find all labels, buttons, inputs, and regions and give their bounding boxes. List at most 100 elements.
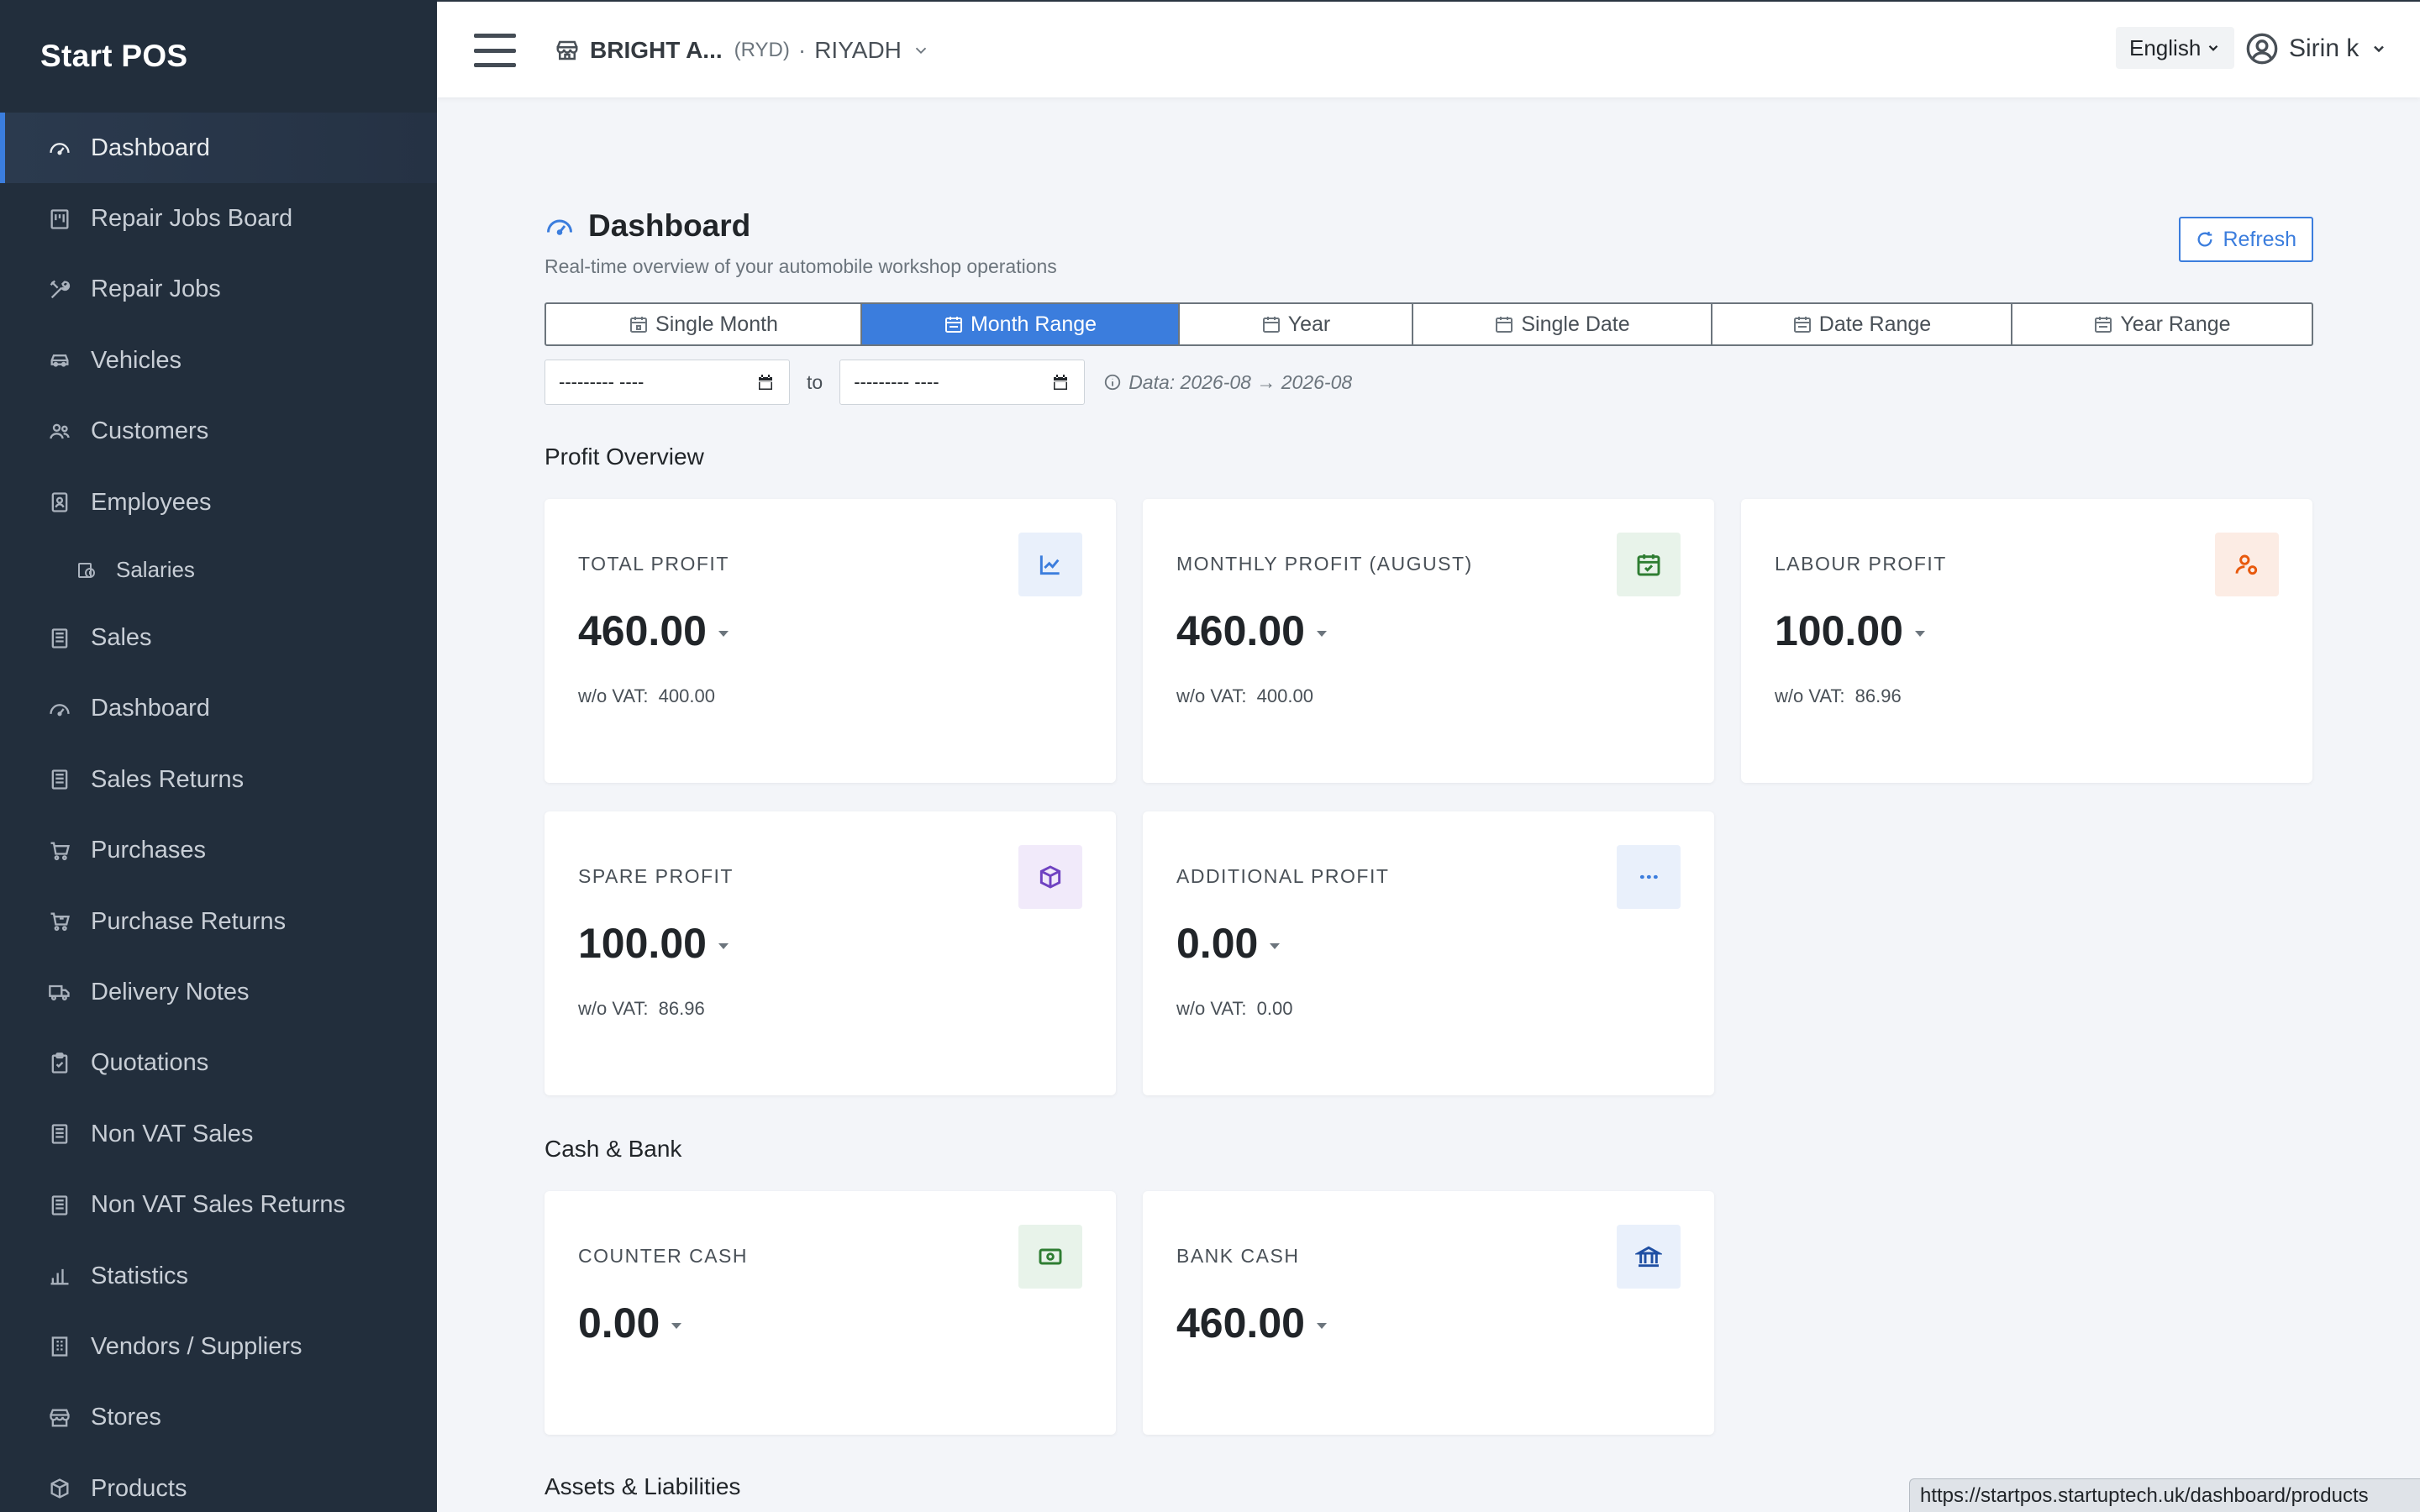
language-label: English <box>2129 34 2202 60</box>
store-separator: · <box>797 37 807 63</box>
card-label: COUNTER CASH <box>578 1245 749 1267</box>
refresh-button[interactable]: Refresh <box>2179 217 2313 262</box>
card-value[interactable]: 0.00 <box>1176 919 1281 968</box>
cart-return-icon <box>47 909 72 934</box>
card-sub: w/o VAT: 86.96 <box>1775 685 1902 707</box>
calendar-check-icon <box>1637 554 1660 576</box>
dots-icon <box>1639 874 1658 879</box>
card-value-text: 460.00 <box>1176 1299 1305 1347</box>
user-menu[interactable]: Sirin k <box>2245 30 2387 67</box>
sidebar-item-label: Non VAT Sales <box>91 1120 254 1147</box>
card-icon-box <box>1018 1225 1082 1289</box>
sidebar-item-sales[interactable]: Sales <box>0 602 437 673</box>
card-value[interactable]: 460.00 <box>1176 606 1327 655</box>
menu-toggle-button[interactable] <box>474 34 516 67</box>
sidebar-item-sales-dashboard[interactable]: Dashboard <box>0 674 437 744</box>
calendar-range-icon <box>2095 317 2112 333</box>
language-select[interactable]: English <box>2116 27 2235 69</box>
status-bar-url: https://startpos.startuptech.uk/dashboar… <box>1909 1478 2420 1512</box>
card-value-text: 460.00 <box>578 607 707 654</box>
sidebar-item-purchase-returns[interactable]: Purchase Returns <box>0 886 437 957</box>
sidebar-item-repair-jobs[interactable]: Repair Jobs <box>0 255 437 325</box>
sidebar-item-non-vat-sales-returns[interactable]: Non VAT Sales Returns <box>0 1169 437 1240</box>
card-sub: w/o VAT: 0.00 <box>1176 998 1293 1020</box>
sidebar-item-label: Statistics <box>91 1262 189 1289</box>
card-label: ADDITIONAL PROFIT <box>1176 865 1390 887</box>
sidebar-item-dashboard[interactable]: Dashboard <box>0 113 437 184</box>
sidebar-item-vendors-suppliers[interactable]: Vendors / Suppliers <box>0 1311 437 1382</box>
card-value[interactable]: 0.00 <box>578 1299 682 1347</box>
to-month-value: --------- ---- <box>854 371 939 392</box>
tab-label: Single Date <box>1521 312 1630 336</box>
sidebar-item-label: Sales <box>91 624 152 652</box>
from-month-input[interactable]: --------- ---- <box>544 360 790 405</box>
sidebar-item-purchases[interactable]: Purchases <box>0 816 437 886</box>
board-icon <box>47 207 72 232</box>
sidebar: Start POS Dashboard Repair Jobs Board Re… <box>0 0 437 1512</box>
card-sub-value: 400.00 <box>1256 685 1313 706</box>
calendar-day-icon <box>630 317 648 333</box>
cube-icon <box>1039 865 1061 889</box>
card-label: MONTHLY PROFIT (AUGUST) <box>1176 553 1473 575</box>
card-sub-value: 0.00 <box>1256 998 1293 1019</box>
user-circle-icon <box>2246 33 2278 65</box>
sidebar-item-customers[interactable]: Customers <box>0 396 437 467</box>
bar-chart-icon <box>47 1263 72 1289</box>
store-selector[interactable]: BRIGHT A... (RYD) · RIYADH <box>555 32 940 69</box>
chevron-down-icon <box>2374 45 2385 53</box>
sidebar-item-quotations[interactable]: Quotations <box>0 1028 437 1099</box>
sidebar-item-sales-returns[interactable]: Sales Returns <box>0 744 437 815</box>
sidebar-item-statistics[interactable]: Statistics <box>0 1241 437 1311</box>
tab-single-month[interactable]: Single Month <box>546 304 862 344</box>
sidebar-item-repair-jobs-board[interactable]: Repair Jobs Board <box>0 183 437 254</box>
sidebar-item-label: Delivery Notes <box>91 978 250 1005</box>
sidebar-item-employees[interactable]: Employees <box>0 467 437 538</box>
sidebar-item-vehicles[interactable]: Vehicles <box>0 325 437 396</box>
user-name: Sirin k <box>2289 34 2360 62</box>
sidebar-item-delivery-notes[interactable]: Delivery Notes <box>0 957 437 1027</box>
card-sub-label: w/o VAT: <box>1176 685 1247 706</box>
tab-single-date[interactable]: Single Date <box>1413 304 1712 344</box>
card-icon-box <box>1617 1225 1681 1289</box>
gauge-icon <box>547 219 572 235</box>
tab-label: Year Range <box>2120 312 2231 336</box>
tab-year-range[interactable]: Year Range <box>2012 304 2312 344</box>
card-value[interactable]: 460.00 <box>578 606 729 655</box>
card-sub-label: w/o VAT: <box>1775 685 1845 706</box>
card-icon-box <box>1018 533 1082 596</box>
tab-month-range[interactable]: Month Range <box>862 304 1180 344</box>
card-value-text: 100.00 <box>578 920 707 967</box>
date-range-row: --------- ---- to --------- ---- Data: 2… <box>544 360 1352 405</box>
sidebar-item-label: Repair Jobs Board <box>91 205 293 233</box>
card-value[interactable]: 100.00 <box>578 919 729 968</box>
sidebar-item-salaries[interactable]: Salaries <box>0 538 437 602</box>
card-value[interactable]: 460.00 <box>1176 1299 1327 1347</box>
card-value-text: 100.00 <box>1775 607 1903 654</box>
tools-icon <box>47 277 72 302</box>
card-icon-box <box>2215 533 2279 596</box>
card-spare-profit: SPARE PROFIT 100.00 w/o VAT: 86.96 <box>544 811 1116 1095</box>
card-value[interactable]: 100.00 <box>1775 606 1925 655</box>
sidebar-item-label: Employees <box>91 488 212 516</box>
store-name: BRIGHT A... <box>590 37 723 63</box>
sidebar-item-non-vat-sales[interactable]: Non VAT Sales <box>0 1099 437 1169</box>
calendar-picker-icon[interactable] <box>1050 372 1071 392</box>
brand-logo[interactable]: Start POS <box>0 0 437 113</box>
sidebar-item-label: Vehicles <box>91 346 182 374</box>
tab-date-range[interactable]: Date Range <box>1712 304 2012 344</box>
section-title-cash-bank: Cash & Bank <box>544 1136 682 1162</box>
receipt-icon <box>47 626 72 651</box>
tab-label: Date Range <box>1818 312 1932 336</box>
sidebar-item-products[interactable]: Products <box>0 1453 437 1512</box>
tab-year[interactable]: Year <box>1180 304 1413 344</box>
card-labour-profit: LABOUR PROFIT 100.00 w/o VAT: 86.96 <box>1741 499 2312 783</box>
chevron-down-icon <box>915 47 927 55</box>
card-icon-box <box>1617 845 1681 909</box>
tab-label: Month Range <box>970 312 1097 336</box>
cart-icon <box>47 838 72 864</box>
to-month-input[interactable]: --------- ---- <box>839 360 1086 405</box>
sidebar-item-stores[interactable]: Stores <box>0 1383 437 1453</box>
card-sub-value: 86.96 <box>658 998 705 1019</box>
id-badge-icon <box>47 490 72 515</box>
calendar-picker-icon[interactable] <box>755 372 776 392</box>
